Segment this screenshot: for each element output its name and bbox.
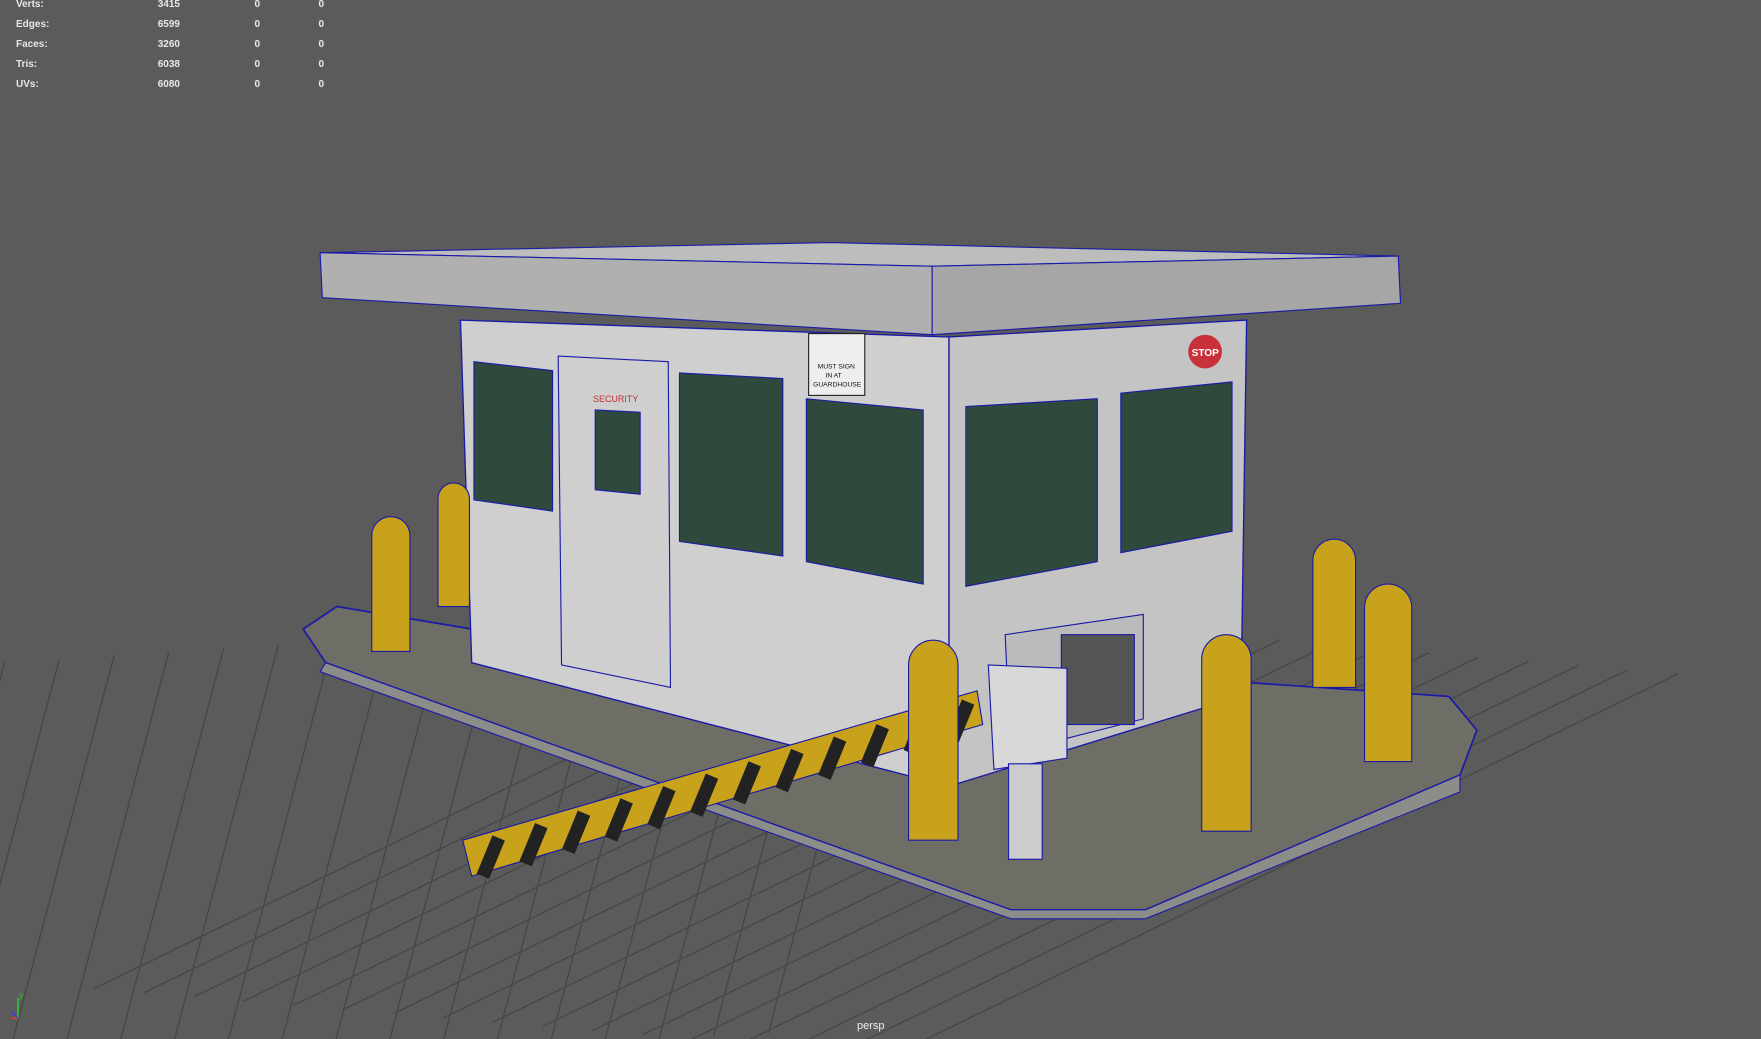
axis-y-label: y xyxy=(19,991,23,1000)
hud-row: UVs: 6080 0 0 xyxy=(16,74,324,94)
hud-value: 6599 xyxy=(157,18,180,30)
hud-row: Edges: 6599 0 0 xyxy=(16,14,324,34)
grid-line xyxy=(66,652,170,1039)
hud-uv: 0 xyxy=(318,0,324,10)
grid-line xyxy=(0,662,6,683)
bollard xyxy=(1312,538,1357,688)
door-sign: SECURITY xyxy=(593,394,638,404)
window xyxy=(805,398,924,585)
ac-unit-vent xyxy=(1060,634,1135,726)
grid-line xyxy=(0,659,60,888)
hud-row: Tris: 6038 0 0 xyxy=(16,54,324,74)
hud-label: Faces: xyxy=(16,38,48,50)
grid-line xyxy=(173,644,279,1039)
hud-label: Edges: xyxy=(16,18,50,30)
bollard xyxy=(1363,583,1413,763)
gate-box xyxy=(987,664,1068,771)
hud-label: Tris: xyxy=(16,58,38,70)
hud-sel: 0 xyxy=(254,58,260,70)
hud-value: 6080 xyxy=(157,78,180,90)
hud-value: 6038 xyxy=(157,58,180,70)
notice-sign-line: GUARDHOUSE xyxy=(813,381,862,388)
hud-value: 3415 xyxy=(157,0,180,10)
axis-gizmo-icon: y xyxy=(10,990,30,1025)
window xyxy=(473,361,554,512)
hud-uv: 0 xyxy=(318,58,324,70)
door-window xyxy=(594,409,641,495)
bollard xyxy=(1201,634,1252,832)
3d-viewport[interactable]: SECURITY MUST SIGN IN AT GUARDHOUSE STOP xyxy=(0,0,1761,1039)
stop-sign-text: STOP xyxy=(1192,348,1220,359)
notice-sign: MUST SIGN IN AT GUARDHOUSE xyxy=(808,333,866,396)
hud-sel: 0 xyxy=(254,38,260,50)
notice-sign-line: IN AT xyxy=(825,372,841,379)
bollard xyxy=(371,516,411,653)
roof-front xyxy=(319,252,933,336)
hud-row: Faces: 3260 0 0 xyxy=(16,34,324,54)
hud-uv: 0 xyxy=(318,78,324,90)
hud-row: Verts: 3415 0 0 xyxy=(16,0,324,14)
stop-sign: STOP xyxy=(1188,334,1222,369)
bollard xyxy=(437,482,471,608)
gate-post xyxy=(1007,763,1043,860)
window xyxy=(678,372,784,557)
grid-line xyxy=(120,648,225,1039)
grid-line xyxy=(227,641,334,1039)
window xyxy=(1120,381,1233,554)
hud-sel: 0 xyxy=(254,18,260,30)
poly-count-hud: Verts: 3415 0 0 Edges: 6599 0 0 Faces: 3260 0 0 Tris… xyxy=(16,0,324,94)
roof-side xyxy=(931,255,1402,336)
camera-label: persp xyxy=(857,1020,885,1032)
hud-sel: 0 xyxy=(254,0,260,10)
grid-line xyxy=(281,637,389,1039)
hud-uv: 0 xyxy=(318,18,324,30)
hud-label: Verts: xyxy=(16,0,44,10)
hud-uv: 0 xyxy=(318,38,324,50)
hud-value: 3260 xyxy=(157,38,180,50)
window xyxy=(965,398,1098,588)
bollard xyxy=(908,639,959,841)
hud-label: UVs: xyxy=(16,78,39,90)
notice-sign-line: MUST SIGN xyxy=(818,363,855,370)
grid-line xyxy=(12,655,115,1039)
hud-sel: 0 xyxy=(254,78,260,90)
